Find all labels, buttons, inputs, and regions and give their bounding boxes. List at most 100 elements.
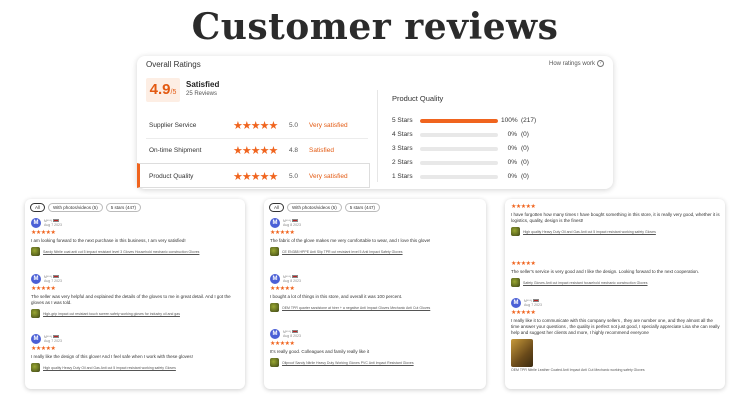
subrating-score: 5.0 xyxy=(289,173,299,180)
distribution-percent: 0% xyxy=(507,159,517,166)
avatar: M xyxy=(31,274,41,284)
question-icon: ? xyxy=(597,60,604,67)
review-stars: ★★★★★ xyxy=(270,286,295,292)
product-quality-title: Product Quality xyxy=(392,94,444,103)
us-flag-icon xyxy=(52,218,59,223)
distribution-count: (0) xyxy=(521,173,529,180)
product-thumbnail[interactable] xyxy=(270,303,279,312)
overall-score-box: 4.9/5 xyxy=(146,78,180,102)
review-filters: All With photos/videos (5) 5 stars (447) xyxy=(269,203,381,212)
subrating-label: Product Quality xyxy=(149,173,194,180)
distribution-bar xyxy=(420,175,498,179)
review-text: I bought a lot of things in this store, … xyxy=(270,294,403,299)
review-count: 25 Reviews xyxy=(186,91,218,97)
distribution-percent: 0% xyxy=(507,131,517,138)
review-text: The fabric of the glove makes me very co… xyxy=(270,238,431,243)
product-link[interactable]: Safety Gloves Anti cut impact resistant … xyxy=(523,281,648,285)
review-stars: ★★★★★ xyxy=(511,261,536,267)
review-stars: ★★★★★ xyxy=(270,230,295,236)
distribution-row: 5 Stars 100% (217) xyxy=(392,116,602,126)
product-link[interactable]: Oilproof Sandy Nitrile Heavy Duty Workin… xyxy=(282,361,414,365)
filter-5stars-chip[interactable]: 5 stars (447) xyxy=(344,203,381,212)
review-item: M M***i Aug 7 2023 ★★★★★ The seller was … xyxy=(31,274,241,318)
product-thumbnail[interactable] xyxy=(511,278,520,287)
product-thumbnail[interactable] xyxy=(270,247,279,256)
distribution-bar xyxy=(420,133,498,137)
product-thumbnail[interactable] xyxy=(31,247,40,256)
review-date: Aug 7 2023 xyxy=(44,279,62,283)
distribution-count: (217) xyxy=(521,117,537,124)
us-flag-icon xyxy=(291,218,298,223)
avatar: M xyxy=(31,334,41,344)
distribution-bar xyxy=(420,147,498,151)
subrating-on-time-shipment[interactable]: On-time Shipment ★★★★★ 4.8 Satisfied xyxy=(137,138,370,163)
product-link[interactable]: OEM TPR quarter sandstone at hirer + a n… xyxy=(282,306,430,310)
review-date: Aug 8 2023 xyxy=(283,279,301,283)
distribution-count: (0) xyxy=(521,131,529,138)
review-stars: ★★★★★ xyxy=(511,310,536,316)
subrating-verdict: Very satisfied xyxy=(309,173,348,180)
subrating-product-quality[interactable]: Product Quality ★★★★★ 5.0 Very satisfied xyxy=(137,163,370,188)
review-item: M M***i Aug 8 2023 ★★★★★ It's really goo… xyxy=(270,329,480,367)
review-text: The seller's service is very good and I … xyxy=(511,269,699,274)
review-item: ★★★★★ I have forgotten how many times I … xyxy=(511,202,721,236)
review-stars: ★★★★★ xyxy=(31,346,56,352)
subrating-score: 5.0 xyxy=(289,122,299,129)
product-thumbnail[interactable] xyxy=(270,358,279,367)
product-thumbnail[interactable] xyxy=(31,363,40,372)
review-text: It's really good. Colleagues and family … xyxy=(270,349,370,354)
avatar: M xyxy=(270,218,280,228)
distribution-percent: 100% xyxy=(501,117,518,124)
review-text: I really like it to communicate with thi… xyxy=(511,318,720,335)
star-rating-icon: ★★★★★ xyxy=(233,145,278,157)
product-link[interactable]: High quality Heavy Duty Oil and Gas Anti… xyxy=(43,366,176,370)
subrating-supplier-service[interactable]: Supplier Service ★★★★★ 5.0 Very satisfie… xyxy=(137,113,370,138)
review-photo[interactable] xyxy=(511,339,533,367)
review-item: M M***i Aug 7 2023 ★★★★★ I am looking fo… xyxy=(31,218,241,256)
overall-score-word: Satisfied xyxy=(186,80,220,89)
reviewer-name: M***i xyxy=(283,329,291,334)
product-link[interactable]: High-grip impact cut resistant touch scr… xyxy=(43,312,180,316)
reviewer-name: M***i xyxy=(44,274,52,279)
distribution-label: 2 Stars xyxy=(392,159,413,166)
overall-score: 4.9 xyxy=(149,81,171,98)
review-stars: ★★★★★ xyxy=(31,230,56,236)
star-rating-icon: ★★★★★ xyxy=(233,120,278,132)
product-thumbnail[interactable] xyxy=(511,227,520,236)
distribution-label: 5 Stars xyxy=(392,117,413,124)
review-date: Aug 7 2023 xyxy=(44,339,62,343)
filter-5stars-chip[interactable]: 5 stars (447) xyxy=(105,203,142,212)
distribution-bar xyxy=(420,161,498,165)
product-thumbnail[interactable] xyxy=(31,309,40,318)
review-item: M M***i Aug 8 2023 ★★★★★ The fabric of t… xyxy=(270,218,480,256)
review-item: M M***i Aug 8 2023 ★★★★★ I bought a lot … xyxy=(270,274,480,312)
reviewer-name: M***i xyxy=(283,218,291,223)
subrating-score: 4.8 xyxy=(289,147,299,154)
review-item: ★★★★★ The seller's service is very good … xyxy=(511,259,721,287)
how-ratings-work-link[interactable]: How ratings work ? xyxy=(549,60,604,67)
review-text: I really like the design of this glove! … xyxy=(31,354,193,359)
product-link[interactable]: CE EN388 HPPE Anti Slip TPR cut resistan… xyxy=(282,250,403,254)
product-link[interactable]: Sandy Nitrile coat anti cut 5 impact res… xyxy=(43,250,199,254)
filter-photos-chip[interactable]: With photos/videos (5) xyxy=(48,203,103,212)
filter-all-chip[interactable]: All xyxy=(269,203,285,212)
us-flag-icon xyxy=(532,298,539,303)
avatar: M xyxy=(31,218,41,228)
filter-all-chip[interactable]: All xyxy=(30,203,46,212)
distribution-percent: 0% xyxy=(507,145,517,152)
product-link[interactable]: High quality Heavy Duty Oil and Gas Anti… xyxy=(523,230,656,234)
review-item: M M***i Aug 7 2023 ★★★★★ I really like t… xyxy=(31,334,241,372)
distribution-row: 4 Stars 0% (0) xyxy=(392,130,602,140)
filter-photos-chip[interactable]: With photos/videos (5) xyxy=(287,203,342,212)
us-flag-icon xyxy=(52,274,59,279)
avatar: M xyxy=(270,329,280,339)
review-date: Aug 8 2023 xyxy=(283,223,301,227)
page-title: Customer reviews xyxy=(191,6,559,48)
review-date: Aug 7 2023 xyxy=(44,223,62,227)
review-panel-3: ★★★★★ I have forgotten how many times I … xyxy=(505,199,725,389)
divider xyxy=(377,90,378,182)
distribution-label: 3 Stars xyxy=(392,145,413,152)
distribution-percent: 0% xyxy=(507,173,517,180)
product-link[interactable]: OEM TPR Nitrile Leather Coated Anti Impa… xyxy=(511,368,721,372)
reviewer-name: M***i xyxy=(283,274,291,279)
